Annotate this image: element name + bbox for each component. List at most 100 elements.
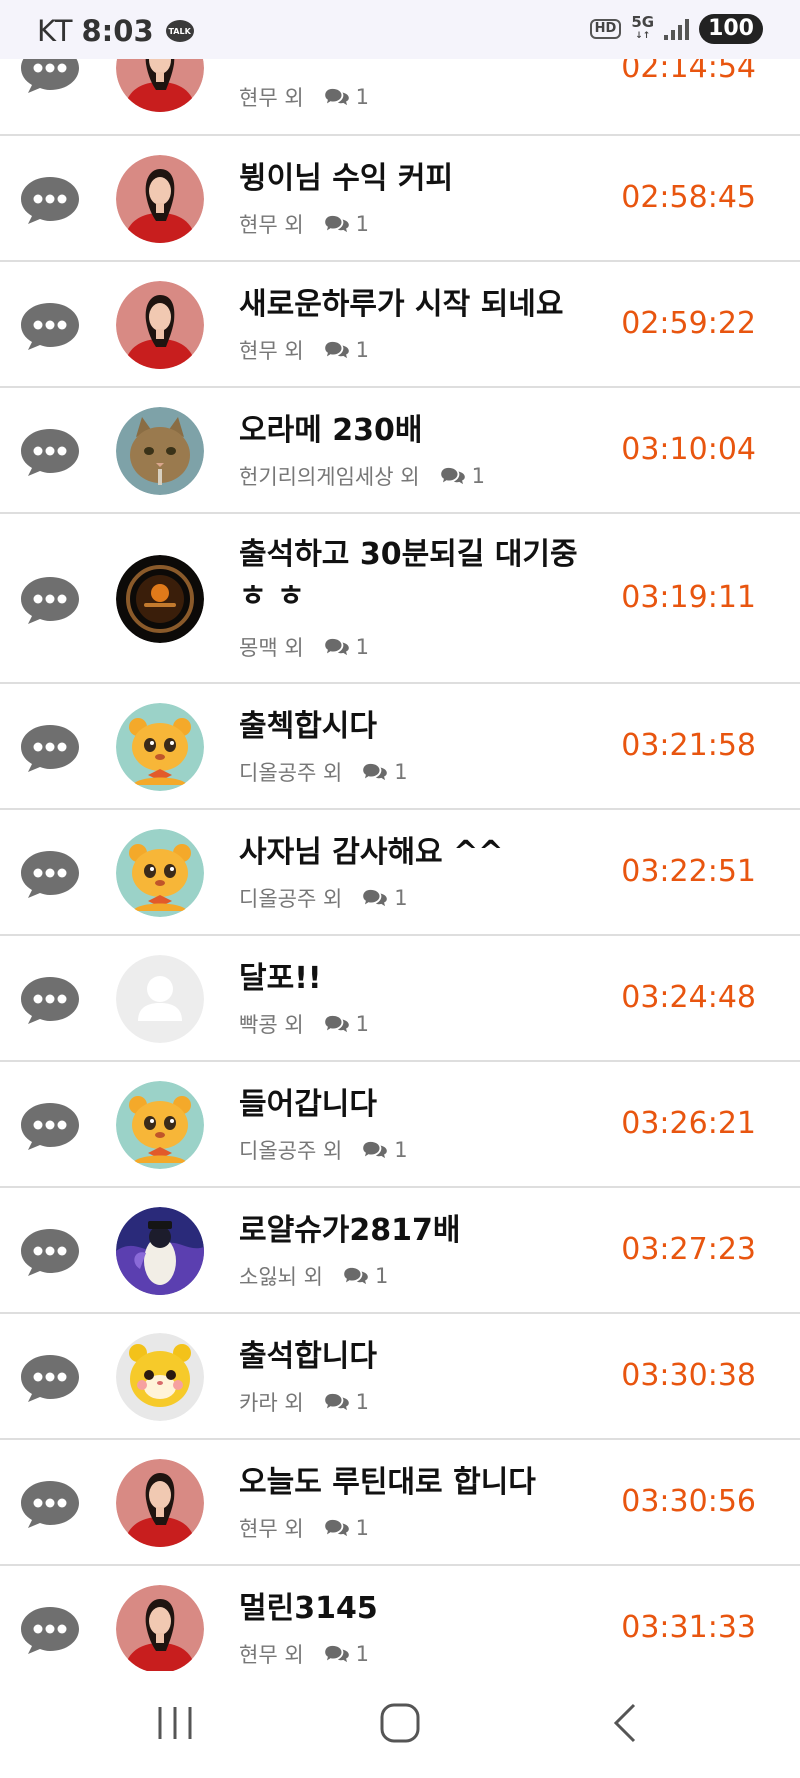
yellow-mascot-avatar[interactable] [116,1333,204,1421]
author-label: 디올공주 외 [239,1139,343,1163]
comment-count: 1 [324,1012,369,1036]
author-label: 현무 외 [239,339,304,363]
post-row[interactable]: 뷩이님 수익 커피 현무 외 1 02:58:45 [0,136,800,262]
comment-count-value: 1 [355,85,370,109]
comment-icon [324,340,350,360]
post-title[interactable]: 로얄슈가2817배 [239,1210,599,1252]
chat-bubble-icon [18,1477,82,1529]
post-row[interactable]: 로얄슈가2817배소잃뇌 외 1 03:27:23 [0,1188,800,1314]
post-meta: 헌기리의게임세상 외 1 [239,461,485,491]
chat-bubble-icon [18,721,82,773]
post-title[interactable]: 들어갑니다 [239,1084,599,1126]
post-title[interactable]: 멀린3145 [239,1588,599,1630]
comment-count-value: 1 [355,1642,370,1666]
chat-bubble-icon [18,573,82,625]
author-label: 빡콩 외 [239,1013,304,1037]
comment-count-value: 1 [394,1138,408,1162]
chat-bubble-icon [18,425,82,477]
post-meta: 현무 외 1 [239,1639,369,1669]
author-label: 디올공주 외 [239,761,343,785]
post-title[interactable]: 사자님 감사해요 ^^ [239,832,599,874]
post-row[interactable]: 출석하고 30분되길 대기중ㅎ ㅎ 몽맥 외 1 03:19:11 [0,514,800,684]
comment-count: 1 [362,886,408,910]
recents-icon[interactable] [150,1701,200,1745]
author-label: 몽맥 외 [239,636,304,660]
post-title[interactable]: 뷩이님 수익 커피 [239,158,599,200]
post-meta: 몽맥 외 1 [239,632,369,662]
post-row[interactable]: 출석합니다 카라 외 1 03:30:38 [0,1314,800,1440]
comment-icon [324,1644,350,1664]
comment-count-value: 1 [355,1012,370,1036]
post-row[interactable]: 사자님 감사해요 ^^ 디올공주 외 1 03:22:51 [0,810,800,936]
woman-red-avatar[interactable] [116,1459,204,1547]
tiger-cartoon-avatar[interactable] [116,1081,204,1169]
chat-bubble-icon [18,1603,82,1655]
post-row[interactable]: 달포!! 빡콩 외 1 03:24:48 [0,936,800,1062]
post-title[interactable]: 오라메 230배 [239,410,599,452]
comment-icon [324,214,350,234]
home-icon[interactable] [375,1701,425,1745]
status-bar: KT 8:03 TALK HD 5G ↓↑ 100 [0,0,800,59]
comment-count-value: 1 [355,338,370,362]
comment-icon [324,1392,350,1412]
comment-count: 1 [440,464,485,488]
post-title[interactable]: 새로운하루가 시작 되네요 [239,284,599,326]
comment-count-value: 1 [394,760,408,784]
post-row[interactable]: 출첵합시다 디올공주 외 1 03:21:58 [0,684,800,810]
cat-avatar[interactable] [116,407,204,495]
woman-red-avatar[interactable] [116,281,204,369]
network-5g-icon: 5G ↓↑ [631,13,655,42]
dark-badge-avatar[interactable] [116,555,204,643]
author-label: 카라 외 [239,1391,304,1415]
post-title[interactable]: 달포!! [239,958,599,1000]
woman-red-avatar[interactable] [116,1585,204,1673]
chat-bubble-icon [18,173,82,225]
author-label: 현무 외 [239,1643,304,1667]
hd-voice-icon: HD [589,19,622,39]
back-icon[interactable] [600,1701,650,1745]
comment-icon [324,1518,350,1538]
post-time: 03:27:23 [621,1232,756,1267]
post-meta: 디올공주 외 1 [239,1135,408,1165]
post-meta: 현무 외 1 [239,1513,369,1543]
post-row[interactable]: 새로운하루가 시작 되네요현무 외 1 02:59:22 [0,262,800,388]
post-meta: 현무 외 1 [239,335,369,365]
woman-red-avatar[interactable] [116,155,204,243]
post-time: 03:19:11 [621,580,756,615]
post-title[interactable]: 오늘도 루틴대로 합니다 [239,1462,599,1504]
chat-bubble-icon [18,1225,82,1277]
comment-count: 1 [324,85,369,109]
status-right: HD 5G ↓↑ 100 [589,13,763,44]
comment-count-value: 1 [355,1390,370,1414]
post-row[interactable]: 오늘도 루틴대로 합니다 현무 외 1 03:30:56 [0,1440,800,1566]
default-user-avatar[interactable] [116,955,204,1043]
comment-count: 1 [324,338,369,362]
post-meta: 소잃뇌 외 1 [239,1261,388,1291]
comment-icon [324,1014,350,1034]
author-label: 현무 외 [239,86,304,110]
clock: 8:03 [81,14,154,48]
post-title[interactable]: 출석하고 30분되길 대기중ㅎ ㅎ [239,534,599,618]
tiger-cartoon-avatar[interactable] [116,829,204,917]
comment-count-value: 1 [355,212,370,236]
comment-count-value: 1 [374,1264,389,1288]
comment-icon [362,888,388,908]
post-time: 03:31:33 [621,1610,756,1645]
post-time: 02:59:22 [621,306,756,341]
post-row[interactable]: 오라메 230배헌기리의게임세상 외 1 03:10:04 [0,388,800,514]
penguin-purple-avatar[interactable] [116,1207,204,1295]
post-meta: 카라 외 1 [239,1387,369,1417]
post-row[interactable]: 들어갑니다 디올공주 외 1 03:26:21 [0,1062,800,1188]
post-time: 03:10:04 [621,432,756,467]
post-title[interactable]: 출첵합시다 [239,706,599,748]
system-nav-bar [0,1671,800,1778]
post-time: 03:22:51 [621,854,756,889]
comment-icon [362,762,388,782]
post-meta: 현무 외 1 [239,209,369,239]
carrier-label: KT [37,14,74,48]
comment-count-value: 1 [471,464,485,488]
comment-count: 1 [362,1138,408,1162]
post-title[interactable]: 출석합니다 [239,1336,599,1378]
comment-count: 1 [324,1516,369,1540]
tiger-cartoon-avatar[interactable] [116,703,204,791]
